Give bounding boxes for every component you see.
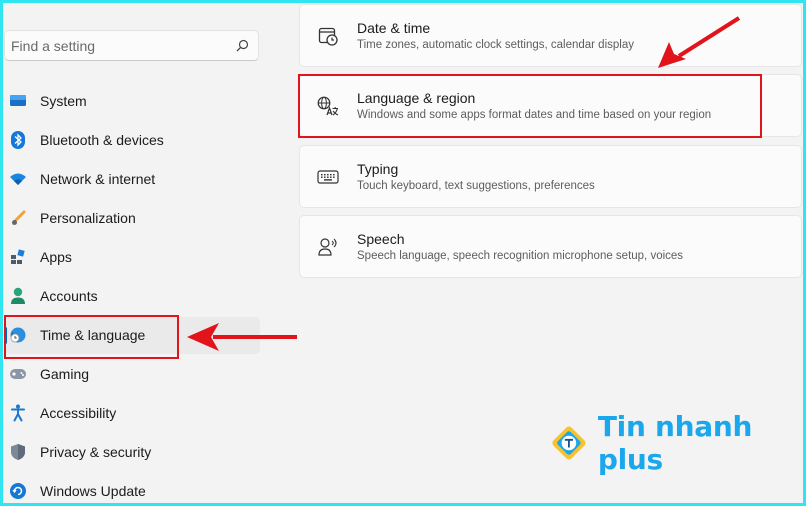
wifi-icon (9, 170, 27, 188)
sidebar-item-bluetooth[interactable]: Bluetooth & devices (4, 121, 260, 158)
annotation-arrow-left-icon (187, 323, 297, 351)
sidebar-item-apps[interactable]: Apps (4, 238, 260, 275)
brush-icon (9, 209, 27, 227)
sidebar-item-network[interactable]: Network & internet (4, 160, 260, 197)
shield-icon (9, 443, 27, 461)
search-icon[interactable] (234, 38, 250, 54)
language-icon (317, 95, 339, 117)
card-description: Windows and some apps format dates and t… (357, 109, 712, 121)
card-typing[interactable]: Typing Touch keyboard, text suggestions,… (299, 145, 802, 208)
monitor-icon (9, 92, 27, 110)
gamepad-icon (9, 365, 27, 383)
sidebar: System Bluetooth & devices Network & int… (0, 0, 270, 506)
bluetooth-icon (9, 130, 27, 149)
search-box[interactable] (4, 30, 259, 61)
sidebar-item-label: Gaming (40, 366, 90, 383)
sidebar-item-label: Accessibility (40, 405, 117, 422)
sidebar-item-label: Bluetooth & devices (40, 131, 164, 148)
sidebar-item-system[interactable]: System (4, 82, 260, 119)
globe-clock-icon (9, 326, 27, 344)
card-title: Speech (357, 231, 405, 247)
sidebar-item-label: Personalization (40, 209, 136, 226)
tin-nhanh-plus-logo-icon (552, 426, 586, 460)
card-description: Touch keyboard, text suggestions, prefer… (357, 180, 595, 192)
watermark-text: Tin nhanh plus (597, 410, 753, 476)
sidebar-nav: System Bluetooth & devices Network & int… (4, 82, 260, 506)
card-description: Speech language, speech recognition micr… (357, 250, 684, 262)
sidebar-item-label: Windows Update (40, 483, 146, 500)
sidebar-item-gaming[interactable]: Gaming (4, 356, 260, 393)
sidebar-item-label: Apps (40, 248, 72, 265)
watermark-logo: Tin nhanh plus (548, 410, 806, 476)
accessibility-icon (9, 404, 27, 422)
sidebar-item-label: Privacy & security (40, 444, 152, 461)
annotation-arrow-down-left-icon (658, 16, 741, 68)
card-title: Date & time (357, 20, 431, 36)
sidebar-item-label: Time & language (40, 327, 146, 344)
sidebar-item-label: Accounts (40, 287, 98, 304)
person-icon (9, 287, 27, 305)
card-title: Language & region (357, 90, 476, 106)
keyboard-icon (317, 166, 339, 188)
card-language-region[interactable]: Language & region Windows and some apps … (299, 74, 802, 137)
sidebar-item-privacy[interactable]: Privacy & security (4, 434, 260, 471)
sidebar-item-accounts[interactable]: Accounts (4, 277, 260, 314)
card-title: Typing (357, 161, 399, 177)
apps-icon (9, 248, 27, 266)
search-input[interactable] (11, 37, 234, 54)
sidebar-item-label: Network & internet (40, 170, 156, 187)
card-speech[interactable]: Speech Speech language, speech recogniti… (299, 215, 802, 278)
sidebar-item-personalization[interactable]: Personalization (4, 199, 260, 236)
calendar-clock-icon (317, 25, 339, 47)
sidebar-item-accessibility[interactable]: Accessibility (4, 395, 260, 432)
speech-icon (317, 236, 339, 258)
sidebar-item-windows-update[interactable]: Windows Update (4, 473, 260, 506)
active-indicator (4, 326, 7, 344)
card-description: Time zones, automatic clock settings, ca… (357, 39, 634, 51)
update-icon (9, 482, 27, 500)
sidebar-item-label: System (40, 92, 87, 109)
